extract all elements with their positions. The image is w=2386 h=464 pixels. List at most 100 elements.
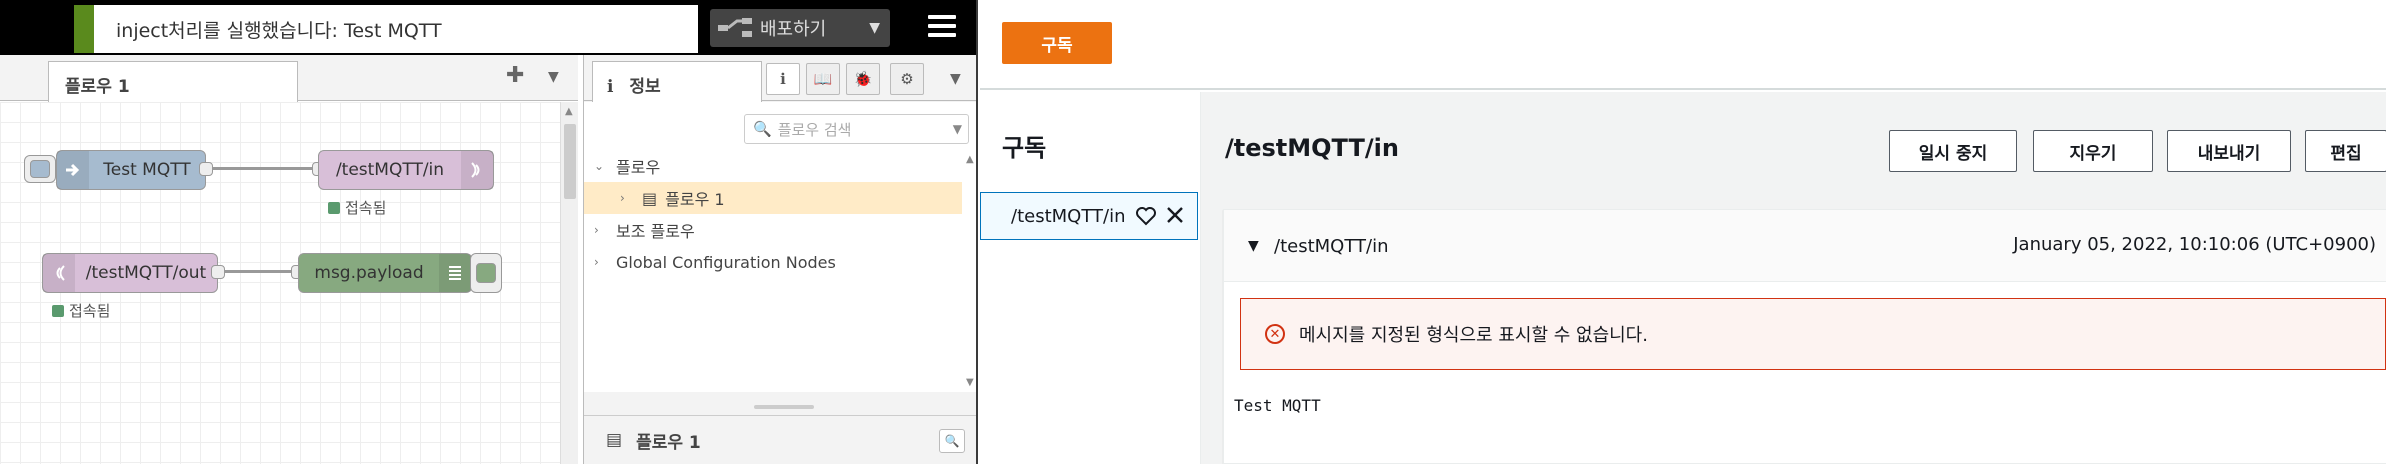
flow-search-input[interactable]: 🔍 플로우 검색 ▼ — [744, 114, 969, 144]
clear-button-label: 지우기 — [2069, 143, 2117, 164]
gear-icon: ⚙ — [900, 70, 914, 88]
heart-icon[interactable] — [1135, 205, 1157, 232]
search-icon: 🔍 — [944, 434, 960, 448]
debug-tab-button[interactable]: 🐞 — [846, 63, 880, 95]
node-mqtt-in-label: /testMQTT/in — [335, 160, 445, 180]
bug-icon: 🐞 — [853, 70, 873, 88]
tree-item-global-config[interactable]: › Global Configuration Nodes — [584, 246, 962, 278]
deploy-label: 배포하기 — [760, 19, 827, 40]
subscribe-button-label: 구독 — [1041, 35, 1073, 56]
close-icon[interactable] — [1165, 205, 1185, 232]
message-body: Test MQTT — [1234, 396, 1321, 415]
inject-button-inner — [30, 160, 50, 178]
nr-notification: inject처리를 실행했습니다: Test MQTT — [74, 5, 698, 53]
scroll-up-icon[interactable]: ▲ — [966, 154, 974, 165]
flow-tree: ⌄ 플로우 › ▤ 플로우 1 › 보조 플로우 › Global Config… — [584, 150, 962, 278]
node-mqtt-out-label: /testMQTT/out — [85, 263, 207, 283]
footer-search-button[interactable]: 🔍 — [939, 429, 965, 453]
subscription-item[interactable]: /testMQTT/in — [980, 192, 1198, 240]
node-mqtt-in-out[interactable]: /testMQTT/out — [42, 253, 218, 293]
node-debug[interactable]: msg.payload — [298, 253, 472, 293]
inject-output-port[interactable] — [199, 162, 213, 176]
node-inject[interactable]: Test MQTT — [56, 150, 206, 190]
export-button[interactable]: 내보내기 — [2167, 130, 2291, 172]
nr-tabbar: 플로우 1 ✚ ▼ — [0, 55, 578, 102]
wire-mqtt-to-debug — [222, 270, 298, 273]
edit-button[interactable]: 편집 — [2305, 130, 2386, 172]
tree-item-flows[interactable]: ⌄ 플로우 — [584, 150, 962, 182]
tab-menu-caret-icon[interactable]: ▼ — [548, 69, 559, 85]
node-red-window: inject처리를 실행했습니다: Test MQTT 배포하기 ▼ 플로우 1… — [0, 0, 978, 464]
deploy-button[interactable]: 배포하기 ▼ — [710, 9, 890, 47]
status-dot-icon — [328, 201, 340, 214]
search-icon: 🔍 — [753, 120, 772, 138]
subscription-item-label: /testMQTT/in — [1011, 205, 1126, 227]
tab-info[interactable]: ℹ 정보 — [592, 61, 762, 102]
debug-list-icon — [439, 254, 471, 292]
scroll-thumb[interactable] — [564, 124, 576, 199]
add-tab-icon[interactable]: ✚ — [506, 63, 524, 88]
sidebar-footer-label: 플로우 1 — [636, 432, 701, 453]
nr-workspace: 플로우 1 ✚ ▼ Test MQTT /testMQTT/in 접속됨 /te… — [0, 55, 578, 464]
aws-top-section: 구독 — [980, 0, 2386, 90]
tab-flow1[interactable]: 플로우 1 — [48, 61, 298, 102]
info-icon: ℹ — [607, 77, 614, 97]
caret-down-icon[interactable]: ▼ — [1248, 238, 1259, 254]
book-icon: 📖 — [813, 70, 833, 88]
canvas-vertical-scrollbar[interactable]: ▲ — [560, 102, 578, 464]
tree-item-flows-label: 플로우 — [616, 158, 661, 177]
chevron-right-icon[interactable]: › — [620, 191, 634, 205]
info-icon: ℹ — [780, 70, 786, 88]
scroll-down-icon[interactable]: ▼ — [966, 377, 974, 388]
sidebar-body: 🔍 플로우 검색 ▼ ⌄ 플로우 › ▤ 플로우 1 › 보조 플로우 › Gl… — [584, 102, 976, 392]
node-debug-label: msg.payload — [314, 263, 424, 283]
tree-item-subflows-label: 보조 플로우 — [616, 222, 695, 241]
subscription-title: /testMQTT/in — [1225, 134, 1399, 162]
flow-icon: ▤ — [606, 430, 623, 450]
error-x-icon: ✕ — [1265, 324, 1285, 344]
sidebar-footer: ▤ 플로우 1 🔍 — [584, 415, 976, 464]
node-mqtt-out-in[interactable]: /testMQTT/in — [318, 150, 494, 190]
pause-button[interactable]: 일시 중지 — [1889, 130, 2017, 172]
chevron-right-icon[interactable]: › — [594, 223, 608, 237]
mqtt-out-output-port[interactable] — [211, 265, 225, 279]
message-panel: ▼ /testMQTT/in January 05, 2022, 10:10:0… — [1223, 209, 2386, 464]
nr-sidebar: ℹ 정보 ℹ 📖 🐞 ⚙ ▼ 🔍 플로우 검색 ▼ ⌄ 플로우 › ▤ 플로우 … — [583, 55, 976, 464]
message-timestamp: January 05, 2022, 10:10:06 (UTC+0900) — [2013, 234, 2376, 255]
help-tab-button[interactable]: 📖 — [806, 63, 840, 95]
sidebar-resize-handle[interactable] — [754, 405, 814, 409]
tab-flow1-label: 플로우 1 — [65, 77, 130, 97]
mqtt-wifi-icon — [43, 254, 75, 292]
subscription-actions — [1135, 205, 1185, 232]
tree-item-global-config-label: Global Configuration Nodes — [616, 252, 836, 272]
subscription-detail: /testMQTT/in 일시 중지 지우기 내보내기 편집 ▼ /testMQ… — [1200, 92, 2386, 464]
node-inject-label: Test MQTT — [103, 160, 191, 180]
sidebar-tabbar: ℹ 정보 ℹ 📖 🐞 ⚙ ▼ — [584, 55, 976, 102]
error-alert: ✕ 메시지를 지정된 형식으로 표시할 수 없습니다. — [1240, 298, 2386, 370]
chevron-down-icon[interactable]: ⌄ — [594, 159, 608, 173]
mqtt-out-status: 접속됨 — [52, 300, 110, 321]
flow-canvas[interactable]: Test MQTT /testMQTT/in 접속됨 /testMQTT/out… — [0, 102, 560, 464]
sidebar-menu-caret-icon[interactable]: ▼ — [950, 71, 961, 87]
clear-button[interactable]: 지우기 — [2033, 130, 2153, 172]
config-tab-button[interactable]: ⚙ — [890, 63, 924, 95]
tree-item-flow1[interactable]: › ▤ 플로우 1 — [584, 182, 962, 214]
deploy-caret-icon[interactable]: ▼ — [869, 20, 880, 36]
info-tab-button[interactable]: ℹ — [766, 63, 800, 95]
message-header[interactable]: ▼ /testMQTT/in January 05, 2022, 10:10:0… — [1224, 210, 2386, 282]
export-button-label: 내보내기 — [2197, 143, 2261, 164]
debug-toggle-inner — [476, 263, 496, 283]
aws-mqtt-client: 구독 구독 /testMQTT/in /testMQTT/in 일시 중지 지우… — [980, 0, 2386, 464]
search-caret-icon[interactable]: ▼ — [953, 122, 962, 136]
flow-icon: ▤ — [642, 188, 658, 208]
subscribe-button[interactable]: 구독 — [1002, 22, 1112, 64]
flow-search-placeholder: 플로우 검색 — [777, 120, 852, 139]
sidebar-scrollbar[interactable]: ▲ ▼ — [962, 150, 976, 392]
tree-item-flow1-label: 플로우 1 — [665, 190, 725, 209]
scroll-up-icon[interactable]: ▲ — [565, 106, 573, 117]
chevron-right-icon[interactable]: › — [594, 255, 608, 269]
inject-icon — [57, 151, 89, 189]
pause-button-label: 일시 중지 — [1918, 143, 1988, 164]
tree-item-subflows[interactable]: › 보조 플로우 — [584, 214, 962, 246]
hamburger-menu-icon[interactable] — [928, 15, 956, 39]
